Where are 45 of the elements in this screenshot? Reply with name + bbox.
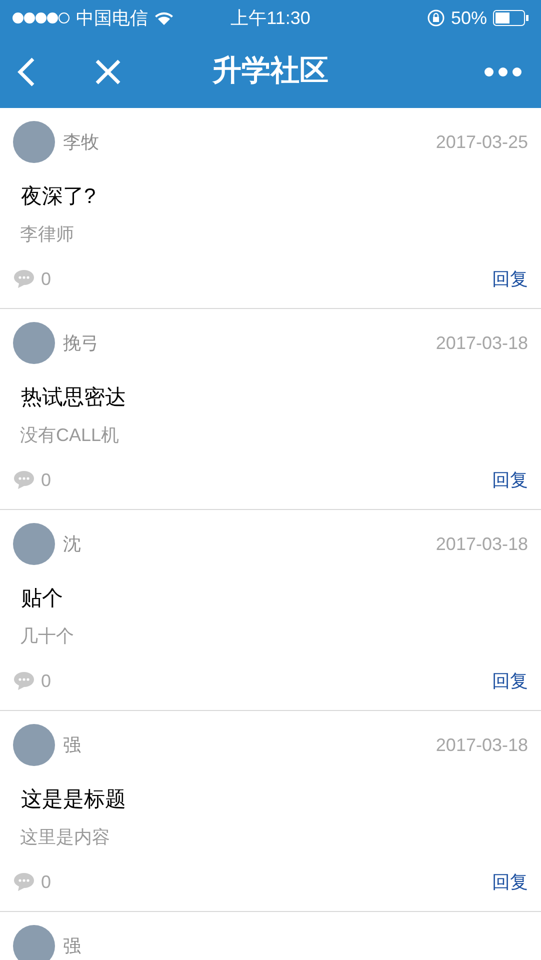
user-avatar xyxy=(13,523,55,565)
reply-link[interactable]: 回复 xyxy=(492,668,528,694)
comment-count: 0 xyxy=(41,870,52,894)
post-date: 2017-03-18 xyxy=(436,734,528,756)
more-icon xyxy=(484,67,522,77)
wifi-icon xyxy=(154,10,174,26)
battery-percentage: 50% xyxy=(450,6,487,30)
user-avatar xyxy=(13,322,55,364)
clock-time: 上午11:30 xyxy=(230,6,312,30)
battery-icon xyxy=(493,10,529,26)
post-date: 2017-03-18 xyxy=(436,532,528,556)
post-content: 李律师 xyxy=(20,222,75,246)
author-name: 强 xyxy=(63,934,81,958)
user-avatar xyxy=(13,925,55,960)
post-date: 2017-03-18 xyxy=(436,332,528,354)
rotation-lock-icon xyxy=(426,9,445,27)
reply-link[interactable]: 回复 xyxy=(492,266,528,292)
author-name: 沈 xyxy=(63,532,81,556)
author-name: 李牧 xyxy=(63,130,99,154)
back-icon xyxy=(16,57,36,87)
post-date: 2017-03-25 xyxy=(436,130,528,154)
comment-icon xyxy=(13,470,35,490)
post-title: 贴个 xyxy=(21,586,64,612)
post-content: 没有CALL机 xyxy=(20,424,120,446)
reply-link[interactable]: 回复 xyxy=(492,868,528,896)
carrier-name: 中国电信 xyxy=(76,6,148,30)
author-name: 强 xyxy=(63,734,81,756)
comment-icon xyxy=(13,269,35,289)
comment-count: 0 xyxy=(41,670,52,692)
signal-icon xyxy=(12,12,70,24)
comment-count: 0 xyxy=(41,268,52,290)
post-content: 几十个 xyxy=(20,624,75,648)
post-content: 这里是内容 xyxy=(20,826,111,848)
post-title: 这是是标题 xyxy=(21,787,127,813)
reply-link[interactable]: 回复 xyxy=(492,466,528,494)
user-avatar xyxy=(13,724,55,766)
close-icon xyxy=(94,58,122,86)
comment-icon xyxy=(13,872,35,892)
post-title: 夜深了? xyxy=(21,184,97,210)
post-title: 热试思密达 xyxy=(21,385,127,411)
comment-count: 0 xyxy=(41,468,52,492)
author-name: 挽弓 xyxy=(63,332,99,354)
user-avatar xyxy=(13,121,55,163)
page-title: 升学社区 xyxy=(211,54,330,90)
comment-icon xyxy=(13,671,35,691)
